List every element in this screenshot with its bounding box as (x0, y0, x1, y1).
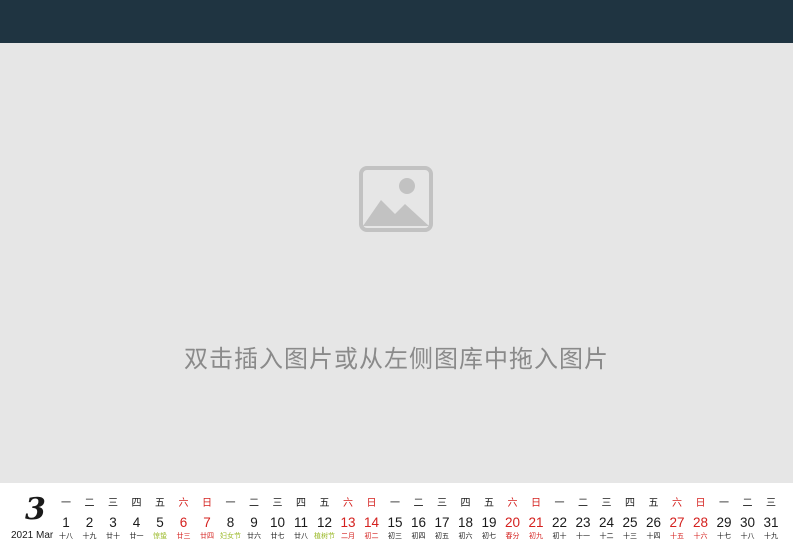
weekday-label: 日 (366, 498, 377, 509)
day-number: 16 (410, 515, 427, 530)
day-list: 一 1 十八二 2 十九三 3 廿十四 4 廿一五 5 惊蛰六 6 廿三日 7 廿四一 8 妇女节二 9 廿六三 10… (54, 495, 789, 559)
day-number: 22 (551, 515, 568, 530)
day-number: 10 (269, 515, 286, 530)
day-number: 1 (62, 515, 70, 530)
weekday-label: 三 (601, 498, 612, 509)
day-number: 29 (716, 515, 732, 530)
weekday-label: 一 (554, 498, 565, 509)
day-number: 2 (85, 515, 94, 530)
day-number: 17 (434, 515, 450, 530)
day-number: 15 (387, 515, 403, 530)
day-number: 24 (598, 515, 615, 530)
day-number: 12 (316, 515, 333, 530)
month-number: 3 (25, 492, 46, 527)
weekday-label: 一 (390, 498, 400, 509)
weekday-label: 三 (272, 498, 283, 509)
day-number: 28 (692, 515, 709, 530)
weekday-label: 二 (84, 498, 95, 509)
weekday-label: 三 (437, 498, 447, 509)
day-number: 13 (340, 515, 356, 530)
day-number: 14 (363, 515, 380, 530)
weekday-label: 六 (343, 498, 353, 509)
weekday-label: 四 (625, 498, 635, 509)
calendar-day: 三 31 十九 (759, 495, 783, 542)
weekday-label: 六 (178, 498, 189, 509)
weekday-label: 五 (484, 498, 494, 509)
weekday-label: 六 (672, 498, 682, 509)
weekday-label: 一 (719, 498, 729, 509)
calendar-strip: 3 2021 Mar 一 1 十八二 2 十九三 3 廿十四 4 廿一五 5 惊蛰六 6 廿三日 7 廿四一… (0, 483, 793, 559)
day-number: 21 (528, 515, 544, 530)
day-number: 20 (504, 515, 521, 530)
day-number: 4 (132, 515, 141, 530)
weekday-label: 五 (648, 498, 659, 509)
weekday-label: 三 (766, 498, 776, 509)
day-number: 18 (457, 515, 474, 530)
day-number: 30 (739, 515, 756, 530)
weekday-label: 六 (507, 498, 518, 509)
image-placeholder-icon (359, 166, 433, 232)
weekday-label: 四 (296, 498, 306, 509)
day-number: 31 (763, 515, 779, 530)
day-number: 23 (575, 515, 591, 530)
day-number: 8 (226, 515, 235, 530)
day-number: 7 (203, 515, 211, 530)
day-number: 6 (179, 515, 188, 530)
day-number: 5 (156, 515, 164, 530)
weekday-label: 四 (460, 498, 471, 509)
day-number: 26 (645, 515, 662, 530)
weekday-label: 二 (413, 498, 424, 509)
weekday-label: 四 (131, 498, 142, 509)
weekday-label: 一 (225, 498, 236, 509)
day-number: 9 (250, 515, 258, 530)
weekday-label: 一 (61, 498, 71, 509)
weekday-label: 三 (108, 498, 118, 509)
weekday-label: 五 (319, 498, 330, 509)
weekday-label: 日 (531, 498, 541, 509)
day-number: 19 (481, 515, 497, 530)
weekday-label: 二 (249, 498, 259, 509)
day-number: 11 (293, 515, 308, 530)
weekday-label: 日 (202, 498, 212, 509)
top-banner (0, 0, 793, 43)
lunar-label: 十九 (764, 532, 778, 540)
weekday-label: 日 (695, 498, 706, 509)
weekday-label: 二 (578, 498, 588, 509)
weekday-label: 二 (742, 498, 753, 509)
image-drop-zone[interactable]: 双击插入图片或从左侧图库中拖入图片 (0, 43, 793, 483)
day-number: 27 (669, 515, 685, 530)
weekday-label: 五 (155, 498, 165, 509)
day-number: 25 (622, 515, 638, 530)
day-number: 3 (109, 515, 117, 530)
month-label: 2021 Mar (11, 530, 54, 541)
placeholder-instruction: 双击插入图片或从左侧图库中拖入图片 (184, 345, 609, 373)
